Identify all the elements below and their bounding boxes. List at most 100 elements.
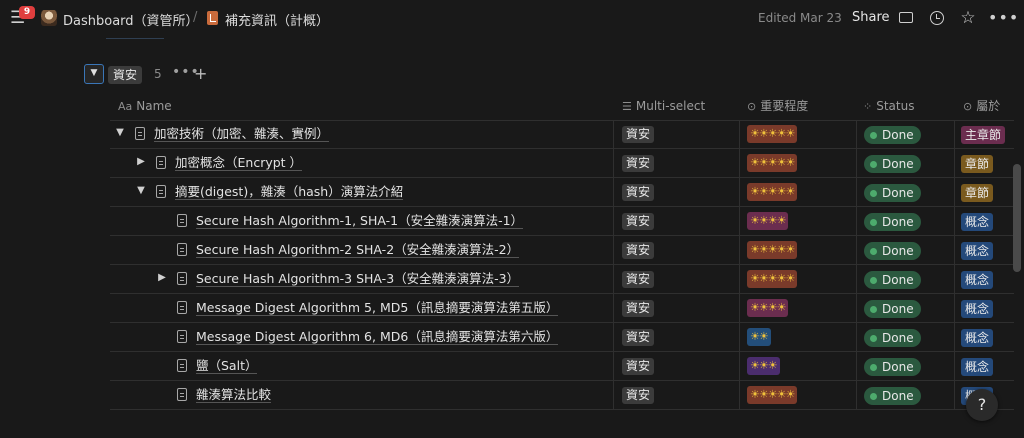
status-badge[interactable]: Done bbox=[864, 387, 921, 405]
row-title[interactable]: Secure Hash Algorithm-1, SHA-1（安全雜湊演算法-1… bbox=[196, 213, 524, 229]
status-badge[interactable]: Done bbox=[864, 300, 921, 318]
importance-tag[interactable]: ☀☀☀☀☀ bbox=[747, 270, 798, 288]
belong-tag[interactable]: 章節 bbox=[961, 184, 994, 202]
multiselect-tag[interactable]: 資安 bbox=[622, 184, 655, 201]
status-badge[interactable]: Done bbox=[864, 242, 921, 260]
belong-tag[interactable]: 概念 bbox=[961, 358, 994, 376]
status-badge[interactable]: Done bbox=[864, 184, 921, 202]
text-type-icon: Aa bbox=[118, 100, 133, 113]
belong-tag[interactable]: 概念 bbox=[961, 329, 994, 347]
status-badge[interactable]: Done bbox=[864, 126, 921, 144]
multiselect-tag[interactable]: 資安 bbox=[622, 213, 655, 230]
cell-divider bbox=[613, 236, 614, 264]
table-row[interactable]: Secure Hash Algorithm-1, SHA-1（安全雜湊演算法-1… bbox=[110, 207, 1014, 236]
table-row[interactable]: 雜湊算法比較資安☀☀☀☀☀Done概念 bbox=[110, 381, 1014, 410]
cell-divider bbox=[954, 178, 955, 206]
cell-divider bbox=[954, 352, 955, 380]
table-row[interactable]: ▶ Secure Hash Algorithm-3 SHA-3（安全雜湊演算法-3… bbox=[110, 265, 1014, 294]
table-row[interactable]: ▼ 加密技術（加密、雜湊、實例） 資安 ☀☀☀☀☀ Done 主章節 bbox=[110, 120, 1014, 149]
importance-tag[interactable]: ☀☀☀☀☀ bbox=[747, 386, 798, 404]
table-row[interactable]: Message Digest Algorithm 6, MD6（訊息摘要演算法第… bbox=[110, 323, 1014, 352]
importance-tag[interactable]: ☀☀☀☀ bbox=[747, 299, 789, 317]
cell-divider bbox=[613, 352, 614, 380]
importance-tag[interactable]: ☀☀☀ bbox=[747, 357, 780, 375]
column-header-importance[interactable]: ⊙ 重要程度 bbox=[747, 96, 808, 116]
star-icon[interactable]: ☆ bbox=[959, 9, 977, 27]
table-row[interactable]: Secure Hash Algorithm-2 SHA-2（安全雜湊演算法-2）… bbox=[110, 236, 1014, 265]
row-title[interactable]: 雜湊算法比較 bbox=[196, 387, 272, 403]
multiselect-tag[interactable]: 資安 bbox=[622, 126, 655, 143]
belong-tag[interactable]: 概念 bbox=[961, 271, 994, 289]
importance-tag[interactable]: ☀☀☀☀ bbox=[747, 212, 789, 230]
column-header-status[interactable]: ⁘ Status bbox=[863, 96, 914, 116]
multiselect-tag[interactable]: 資安 bbox=[622, 155, 655, 172]
multiselect-tag[interactable]: 資安 bbox=[622, 387, 655, 404]
breadcrumb-workspace[interactable]: Dashboard（資管所） bbox=[63, 10, 199, 29]
row-title[interactable]: 鹽（Salt） bbox=[196, 358, 258, 374]
belong-tag[interactable]: 章節 bbox=[961, 155, 994, 173]
cell-divider bbox=[739, 352, 740, 380]
group-tag[interactable]: 資安 bbox=[108, 66, 143, 84]
importance-tag[interactable]: ☀☀☀☀☀ bbox=[747, 154, 798, 172]
chevron-right-icon[interactable]: ▶ bbox=[156, 272, 168, 283]
belong-tag[interactable]: 概念 bbox=[961, 242, 994, 260]
sidebar-toggle[interactable]: ☰ 9 bbox=[10, 6, 35, 27]
status-badge[interactable]: Done bbox=[864, 155, 921, 173]
multiselect-tag[interactable]: 資安 bbox=[622, 358, 655, 375]
workspace-avatar-icon[interactable] bbox=[41, 10, 57, 26]
cell-divider bbox=[856, 381, 857, 409]
cell-divider bbox=[954, 323, 955, 351]
multiselect-tag[interactable]: 資安 bbox=[622, 329, 655, 346]
row-title[interactable]: Message Digest Algorithm 5, MD5（訊息摘要演算法第… bbox=[196, 300, 559, 316]
select-type-icon: ⊙ bbox=[963, 100, 973, 113]
table-row[interactable]: ▼ 摘要(digest)，雜湊（hash）演算法介紹 資安 ☀☀☀☀☀ Done 章節 bbox=[110, 178, 1014, 207]
row-title[interactable]: Secure Hash Algorithm-3 SHA-3（安全雜湊演算法-3） bbox=[196, 271, 520, 287]
row-title[interactable]: Secure Hash Algorithm-2 SHA-2（安全雜湊演算法-2） bbox=[196, 242, 520, 258]
row-title[interactable]: 加密技術（加密、雜湊、實例） bbox=[154, 126, 330, 142]
status-dot-icon bbox=[870, 161, 877, 168]
chevron-down-icon[interactable]: ▼ bbox=[135, 185, 147, 196]
cell-divider bbox=[954, 149, 955, 177]
cell-divider bbox=[739, 149, 740, 177]
belong-tag[interactable]: 概念 bbox=[961, 213, 994, 231]
more-icon[interactable]: ••• bbox=[988, 9, 1018, 27]
help-button[interactable]: ? bbox=[966, 389, 998, 421]
table-row[interactable]: Message Digest Algorithm 5, MD5（訊息摘要演算法第… bbox=[110, 294, 1014, 323]
group-toggle-button[interactable]: ▼ bbox=[84, 64, 104, 84]
group-add-icon[interactable]: + bbox=[194, 64, 207, 83]
column-header-multiselect[interactable]: ☰ Multi-select bbox=[622, 96, 705, 116]
multiselect-tag[interactable]: 資安 bbox=[622, 300, 655, 317]
cell-divider bbox=[613, 178, 614, 206]
status-badge[interactable]: Done bbox=[864, 213, 921, 231]
chevron-down-icon[interactable]: ▼ bbox=[114, 127, 126, 138]
importance-tag[interactable]: ☀☀☀☀☀ bbox=[747, 183, 798, 201]
cell-divider bbox=[613, 120, 614, 148]
row-title[interactable]: 摘要(digest)，雜湊（hash）演算法介紹 bbox=[175, 184, 404, 200]
multiselect-tag[interactable]: 資安 bbox=[622, 271, 655, 288]
vertical-scrollbar[interactable] bbox=[1013, 164, 1021, 272]
row-title[interactable]: 加密概念（Encrypt ） bbox=[175, 155, 303, 171]
status-badge[interactable]: Done bbox=[864, 271, 921, 289]
table-row[interactable]: 鹽（Salt） 資安 ☀☀☀ Done 概念 bbox=[110, 352, 1014, 381]
column-header-name[interactable]: Aa Name bbox=[118, 96, 172, 116]
breadcrumb-page[interactable]: 補充資訊（計概） bbox=[225, 10, 329, 29]
cell-divider bbox=[739, 178, 740, 206]
chevron-right-icon[interactable]: ▶ bbox=[135, 156, 147, 167]
row-title[interactable]: Message Digest Algorithm 6, MD6（訊息摘要演算法第… bbox=[196, 329, 559, 345]
comment-icon[interactable] bbox=[897, 9, 915, 27]
share-button[interactable]: Share bbox=[852, 10, 890, 25]
importance-tag[interactable]: ☀☀ bbox=[747, 328, 771, 346]
table-row[interactable]: ▶ 加密概念（Encrypt ） 資安 ☀☀☀☀☀ Done 章節 bbox=[110, 149, 1014, 178]
multiselect-tag[interactable]: 資安 bbox=[622, 242, 655, 259]
status-badge[interactable]: Done bbox=[864, 358, 921, 376]
belong-tag[interactable]: 概念 bbox=[961, 300, 994, 318]
importance-tag[interactable]: ☀☀☀☀☀ bbox=[747, 125, 798, 143]
belong-tag[interactable]: 主章節 bbox=[961, 126, 1006, 144]
column-header-belong[interactable]: ⊙ 屬於 bbox=[963, 96, 1000, 116]
cell-divider bbox=[856, 265, 857, 293]
importance-tag[interactable]: ☀☀☀☀☀ bbox=[747, 241, 798, 259]
status-badge[interactable]: Done bbox=[864, 329, 921, 347]
group-count: 5 bbox=[154, 67, 162, 81]
clock-icon[interactable] bbox=[928, 9, 946, 27]
status-dot-icon bbox=[870, 190, 877, 197]
